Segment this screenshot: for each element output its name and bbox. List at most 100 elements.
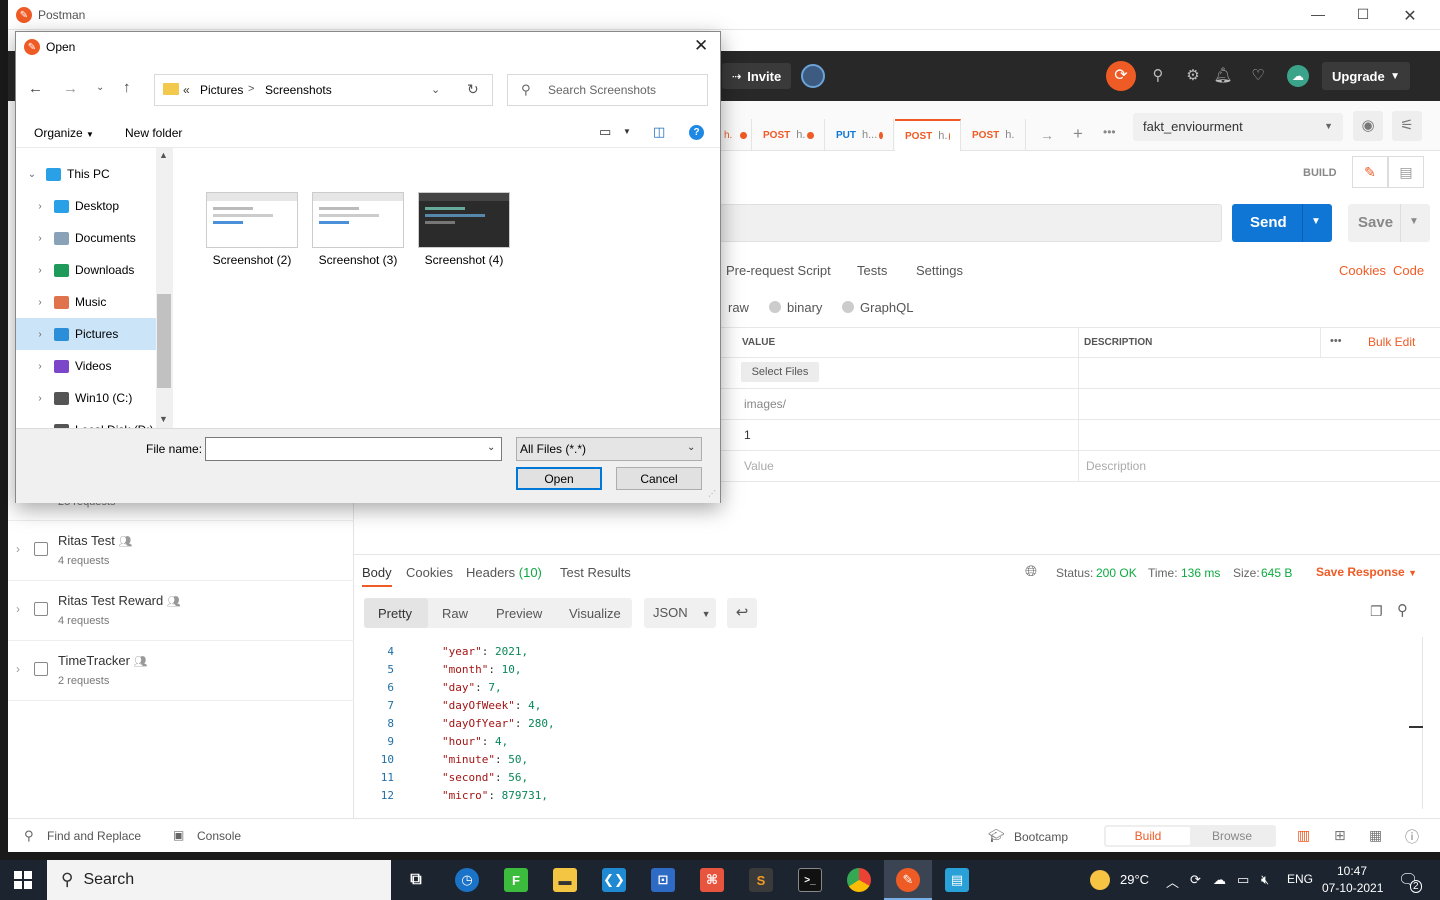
more-options-icon[interactable]: ••• <box>1330 335 1342 347</box>
tree-scrollbar[interactable]: ▲ ▼ <box>156 148 172 428</box>
chevron-right-icon[interactable]: › <box>16 542 20 556</box>
scrollbar-thumb[interactable] <box>157 294 171 388</box>
up-arrow-icon[interactable]: ↑ <box>123 79 131 96</box>
file-item[interactable]: Screenshot (3) <box>303 192 413 267</box>
chevron-right-icon[interactable]: › <box>16 602 20 616</box>
scroll-down-icon[interactable]: ▼ <box>159 414 168 424</box>
address-overflow[interactable]: « <box>183 83 190 97</box>
invite-button[interactable]: ⇢ Invite <box>722 63 792 89</box>
task-view-icon[interactable]: ⧉ <box>404 868 428 892</box>
sync-tray-icon[interactable]: ⟳ <box>1190 872 1201 888</box>
collection-item[interactable]: › Ritas Test Reward 👥︎ 4 requests <box>8 581 354 641</box>
bell-icon[interactable]: 🔔︎ <box>1212 65 1234 87</box>
tree-item[interactable]: › Desktop <box>16 190 156 222</box>
app-b-icon[interactable]: ⌘ <box>700 868 724 892</box>
tab-2[interactable]: POST h. <box>753 119 825 151</box>
tree-item[interactable]: › Downloads <box>16 254 156 286</box>
address-bar[interactable]: « Pictures > Screenshots ⌄ ↻ <box>154 74 493 106</box>
chevron-right-icon[interactable]: › <box>30 361 50 372</box>
description-placeholder-input[interactable]: Description <box>1086 459 1146 473</box>
cookies-link[interactable]: Cookies <box>1339 263 1386 278</box>
chevron-up-icon[interactable]: ︿ <box>1166 872 1179 891</box>
workspace-icon[interactable] <box>801 64 825 88</box>
chevron-right-icon[interactable]: › <box>30 233 50 244</box>
response-tab-cookies[interactable]: Cookies <box>406 565 453 580</box>
volume-muted-icon[interactable]: 🔇︎ <box>1261 872 1269 888</box>
chrome-icon[interactable] <box>847 868 871 892</box>
app-clock-icon[interactable]: ◷ <box>455 868 479 892</box>
heart-icon[interactable]: ♡ <box>1247 65 1269 87</box>
chevron-down-icon[interactable]: ▼ <box>1311 216 1321 227</box>
cloud-icon[interactable]: ☁ <box>1213 872 1226 888</box>
chevron-right-icon[interactable]: › <box>30 297 50 308</box>
organize-button[interactable]: Organize ▼ <box>34 126 94 140</box>
new-folder-button[interactable]: New folder <box>125 126 182 140</box>
search-icon[interactable]: ⚲ <box>1397 601 1408 619</box>
close-icon[interactable]: ✕ <box>694 36 708 56</box>
recent-locations-chevron-icon[interactable]: ⌄ <box>96 82 104 93</box>
scrollbar-track[interactable] <box>1422 637 1423 809</box>
app-network-icon[interactable]: ⊡ <box>651 868 675 892</box>
close-icon[interactable]: ✕ <box>1400 6 1420 26</box>
sync-icon[interactable]: ⟳ <box>1106 61 1136 91</box>
chevron-right-icon[interactable]: › <box>30 201 50 212</box>
environment-select[interactable]: fakt_enviourment ▼ <box>1133 113 1343 141</box>
tab-tests[interactable]: Tests <box>857 263 887 278</box>
tab-4-active[interactable]: POST h. <box>895 119 961 151</box>
view-preview[interactable]: Preview <box>496 606 542 621</box>
chevron-right-icon[interactable]: › <box>30 329 50 340</box>
avatar[interactable]: ☁ <box>1287 65 1309 87</box>
sublime-icon[interactable]: S <box>749 868 773 892</box>
view-raw[interactable]: Raw <box>442 606 468 621</box>
resize-grip-icon[interactable]: ⋰ <box>708 489 716 498</box>
back-arrow-icon[interactable]: ← <box>28 80 43 97</box>
file-item[interactable]: Screenshot (4) <box>409 192 519 267</box>
taskbar-search-box[interactable]: ⚲ Search <box>47 860 391 900</box>
breadcrumb-pictures[interactable]: Pictures <box>200 83 243 97</box>
forward-arrow-icon[interactable]: → <box>63 80 78 97</box>
language-indicator[interactable]: ENG <box>1287 872 1313 886</box>
upgrade-button[interactable]: Upgrade ▼ <box>1322 62 1410 90</box>
response-tab-test-results[interactable]: Test Results <box>560 565 631 580</box>
chevron-down-icon[interactable]: ⌄ <box>431 83 440 96</box>
clock-time[interactable]: 10:47 <box>1337 864 1367 878</box>
find-replace-button[interactable]: Find and Replace <box>47 829 141 843</box>
binary-radio[interactable]: binary <box>769 300 822 315</box>
windows-start-icon[interactable] <box>14 871 32 889</box>
help-icon[interactable]: ? <box>689 125 704 140</box>
value-placeholder-input[interactable]: Value <box>744 459 774 473</box>
browse-toggle[interactable]: Browse <box>1212 829 1252 843</box>
settings-icon[interactable]: ⚙ <box>1182 65 1204 87</box>
network-icon[interactable]: ▭ <box>1237 872 1249 888</box>
refresh-icon[interactable]: ↻ <box>467 81 479 98</box>
file-type-select[interactable]: All Files (*.*) ⌄ <box>516 437 702 461</box>
raw-radio-label[interactable]: raw <box>728 300 749 315</box>
tab-settings[interactable]: Settings <box>916 263 963 278</box>
open-button[interactable]: Open <box>516 467 602 490</box>
scroll-up-icon[interactable]: ▲ <box>159 150 168 160</box>
collection-item[interactable]: › TimeTracker 👥︎ 2 requests <box>8 641 354 701</box>
tab-pre-request-script[interactable]: Pre-request Script <box>726 263 831 278</box>
postman-taskbar-icon[interactable]: ✎ <box>896 868 920 892</box>
table-cell-value[interactable]: images/ <box>744 397 786 411</box>
response-tab-headers[interactable]: Headers (10) <box>466 565 542 580</box>
calendar-icon[interactable]: ▦ <box>1369 827 1382 844</box>
build-toggle[interactable]: Build <box>1106 827 1190 845</box>
tab-1[interactable]: h. <box>720 119 752 151</box>
response-tab-body[interactable]: Body <box>362 565 392 587</box>
save-response-button[interactable]: Save Response ▼ <box>1316 565 1417 579</box>
select-files-button[interactable]: Select Files <box>741 362 819 382</box>
tree-item[interactable]: › Videos <box>16 350 156 382</box>
minimize-icon[interactable]: — <box>1308 6 1328 22</box>
wrap-lines-icon[interactable]: ↩ <box>727 598 757 628</box>
tab-5[interactable]: POST h. <box>962 119 1026 151</box>
save-button[interactable]: Save ▼ <box>1348 204 1430 242</box>
chevron-right-icon[interactable]: › <box>30 393 50 404</box>
terminal-icon[interactable]: >_ <box>798 868 822 892</box>
search-box[interactable]: ⚲ Search Screenshots <box>507 74 708 106</box>
chevron-down-icon[interactable]: ▼ <box>623 127 631 136</box>
chevron-down-icon[interactable]: ⌄ <box>22 169 42 180</box>
collection-item[interactable]: › Ritas Test 👥︎ 4 requests <box>8 521 354 581</box>
more-tabs-icon[interactable]: ••• <box>1103 125 1116 139</box>
tree-item[interactable]: ⌄ This PC <box>16 158 156 190</box>
